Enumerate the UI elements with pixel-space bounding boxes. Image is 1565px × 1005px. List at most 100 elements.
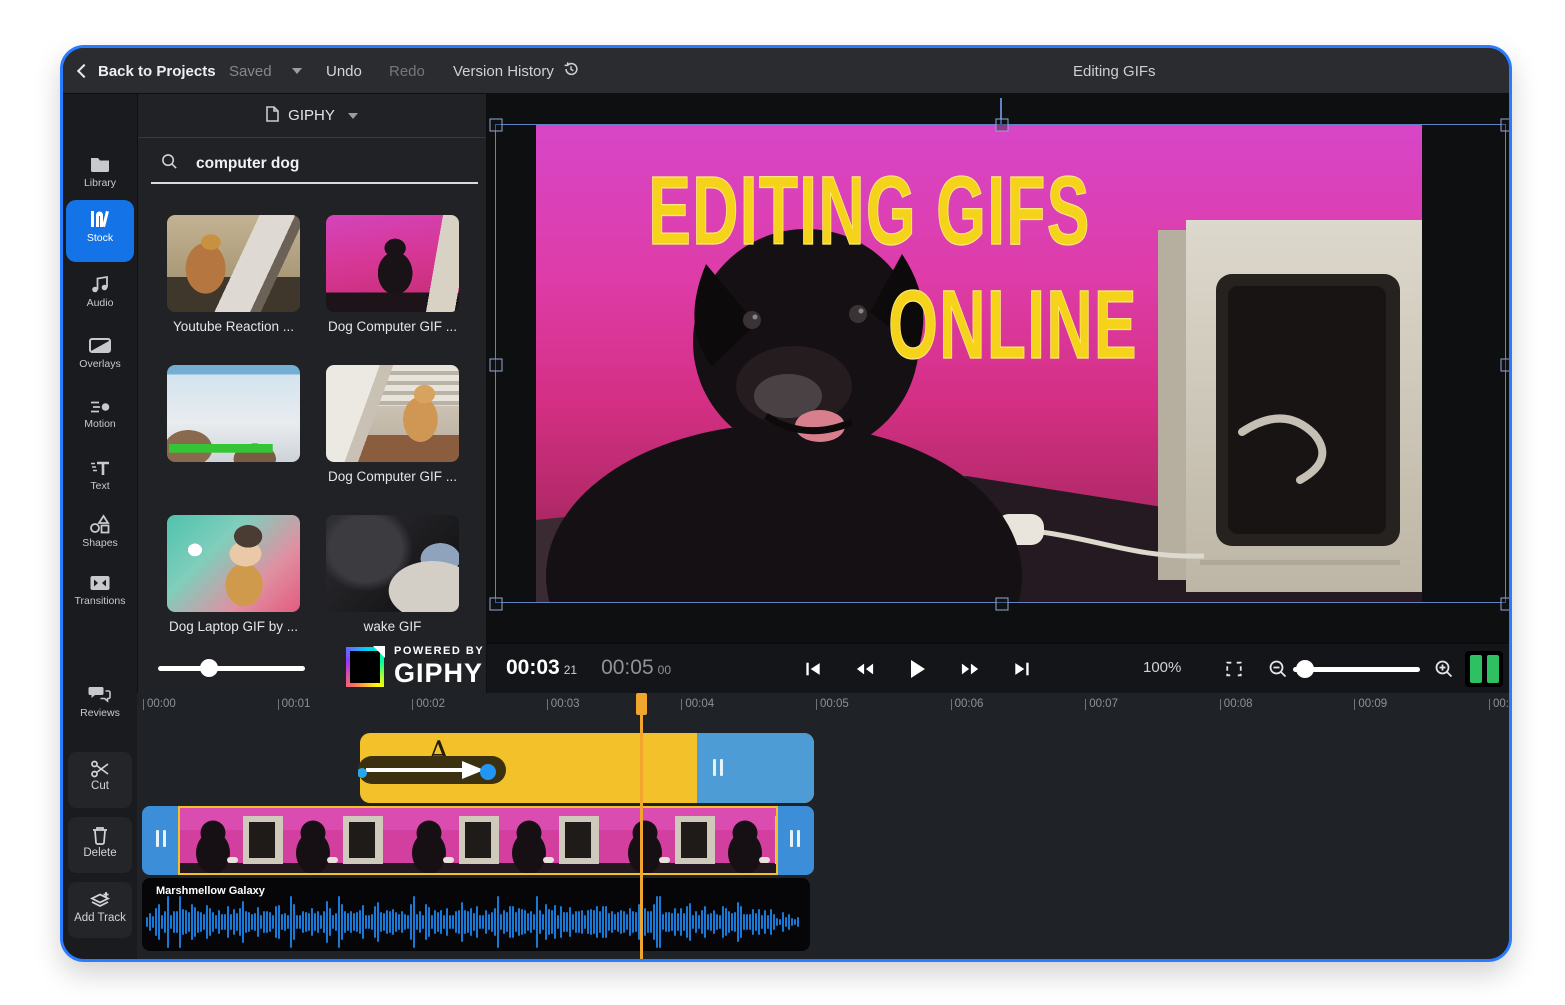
- stock-icon: [66, 209, 134, 229]
- filmstrip-frame: [720, 806, 776, 875]
- sidebar-item-reviews[interactable]: Reviews: [63, 684, 137, 719]
- ruler-label: 00:08: [1224, 698, 1253, 710]
- zoom-out-icon[interactable]: [1259, 652, 1297, 686]
- selection-handle[interactable]: [490, 358, 503, 371]
- ruler-label: 00:01: [282, 698, 311, 710]
- redo-button[interactable]: Redo: [389, 48, 425, 94]
- audio-waveform: [146, 898, 806, 946]
- rewind-button[interactable]: [846, 652, 884, 686]
- search-bar: [151, 146, 478, 184]
- video-clip[interactable]: [142, 806, 814, 875]
- player-controls-bar: 00:03 21 00:05 00 100%: [487, 643, 1512, 693]
- undo-button[interactable]: Undo: [326, 48, 362, 94]
- selection-handle[interactable]: [1501, 598, 1513, 611]
- cut-icon: [68, 760, 132, 778]
- saved-dropdown-button[interactable]: [292, 48, 302, 94]
- back-chevron-icon: [77, 64, 91, 78]
- history-restore-icon: [562, 60, 580, 82]
- audio-track-label: Marshmellow Galaxy: [156, 885, 265, 897]
- filmstrip-frame: [612, 806, 720, 875]
- sidebar-item-overlays[interactable]: Overlays: [63, 337, 137, 370]
- filmstrip-frame: [288, 806, 396, 875]
- version-history-button[interactable]: Version History: [453, 48, 580, 94]
- size-slider-track[interactable]: [158, 666, 305, 671]
- skip-to-start-button[interactable]: [793, 652, 831, 686]
- skip-to-end-button[interactable]: [1003, 652, 1041, 686]
- selection-handle[interactable]: [490, 119, 503, 132]
- selection-handle[interactable]: [995, 119, 1008, 132]
- stock-provider-header[interactable]: GIPHY: [138, 94, 486, 138]
- selection-handle[interactable]: [1501, 119, 1513, 132]
- size-slider-knob[interactable]: [200, 659, 218, 677]
- canvas-zoom-level[interactable]: 100%: [1143, 659, 1181, 676]
- sidebar-item-shapes[interactable]: Shapes: [63, 514, 137, 549]
- ruler-tick: [816, 699, 817, 710]
- trim-handle-right[interactable]: [776, 806, 814, 875]
- sidebar-item-label: Overlays: [63, 358, 137, 370]
- motion-icon: [63, 399, 137, 415]
- sidebar-item-label: Library: [63, 177, 137, 189]
- app-window: Back to Projects Saved Undo Redo Version…: [60, 45, 1512, 962]
- zoom-in-icon[interactable]: [1425, 652, 1463, 686]
- ruler-tick: [1085, 699, 1086, 710]
- tool-cut-button[interactable]: Cut: [68, 752, 132, 808]
- fast-forward-button[interactable]: [951, 652, 989, 686]
- stock-result-label: wake GIF: [310, 619, 475, 634]
- sidebar-item-audio[interactable]: Audio: [63, 274, 137, 309]
- text-animation-bar[interactable]: [358, 756, 506, 784]
- timeline-zoom-knob[interactable]: [1296, 660, 1314, 678]
- ruler-label: 00:03: [551, 698, 580, 710]
- ruler-label: 00:09: [1358, 698, 1387, 710]
- sidebar-item-transitions[interactable]: Transitions: [63, 574, 137, 607]
- ruler-label: 00:05: [820, 698, 849, 710]
- stock-result-thumbnail-yt[interactable]: [167, 215, 300, 312]
- stock-result-thumbnail-shiba[interactable]: [326, 365, 459, 462]
- gif-layer[interactable]: EDITING GIFS ONLINE: [536, 124, 1422, 603]
- sidebar-item-label: Stock: [66, 232, 134, 244]
- selection-handle[interactable]: [995, 598, 1008, 611]
- timeline[interactable]: 00:0000:0100:0200:0300:0400:0500:0600:07…: [137, 693, 1512, 962]
- selection-handle[interactable]: [490, 598, 503, 611]
- trim-handle-left[interactable]: [142, 806, 180, 875]
- video-filmstrip[interactable]: [180, 806, 776, 875]
- fullscreen-button[interactable]: [1215, 652, 1253, 686]
- timecode-display: 00:03 21 00:05 00: [506, 656, 671, 680]
- sidebar-item-stock[interactable]: Stock: [66, 200, 134, 262]
- timeline-zoom-slider[interactable]: [1293, 667, 1420, 672]
- tool-add-track-button[interactable]: Add Track: [68, 882, 132, 938]
- text-clip[interactable]: A: [360, 733, 814, 803]
- ruler-tick: [1354, 699, 1355, 710]
- library-icon: [63, 154, 137, 174]
- back-to-projects-button[interactable]: Back to Projects: [79, 48, 216, 94]
- audio-clip[interactable]: Marshmellow Galaxy: [142, 878, 810, 951]
- selection-handle[interactable]: [1501, 358, 1513, 371]
- sidebar-item-text[interactable]: Text: [63, 459, 137, 492]
- project-title: Editing GIFs: [1073, 48, 1156, 94]
- pause-bar-icon: [1487, 655, 1499, 683]
- sidebar-item-label: Text: [63, 480, 137, 492]
- play-button[interactable]: [898, 652, 936, 686]
- tool-delete-button[interactable]: Delete: [68, 817, 132, 873]
- playhead-handle[interactable]: [636, 693, 647, 715]
- filmstrip-frame: [504, 806, 612, 875]
- playing-indicator-button[interactable]: [1465, 651, 1503, 687]
- search-input[interactable]: [196, 155, 436, 173]
- ruler-label: 00:07: [1089, 698, 1118, 710]
- transitions-icon: [63, 574, 137, 592]
- keyframe-dot[interactable]: [480, 764, 496, 780]
- top-bar: Back to Projects Saved Undo Redo Version…: [63, 48, 1509, 94]
- stock-result-thumbnail-laptop[interactable]: [167, 515, 300, 612]
- stock-result-thumbnail-wake[interactable]: [326, 515, 459, 612]
- reviews-icon: [63, 684, 137, 704]
- provider-chevron-down-icon: [348, 113, 358, 119]
- ruler-label: 00:02: [416, 698, 445, 710]
- ruler-tick: [412, 699, 413, 710]
- sidebar-item-label: Transitions: [63, 595, 137, 607]
- stock-result-thumbnail-screen[interactable]: [167, 365, 300, 462]
- sidebar-item-motion[interactable]: Motion: [63, 399, 137, 430]
- text-clip-transition-segment[interactable]: [697, 733, 814, 803]
- giphy-attribution: POWERED BY GIPHY: [346, 645, 484, 689]
- sidebar-item-library[interactable]: Library: [63, 154, 137, 189]
- stock-result-thumbnail-pug[interactable]: [326, 215, 459, 312]
- playhead-line: [640, 693, 643, 961]
